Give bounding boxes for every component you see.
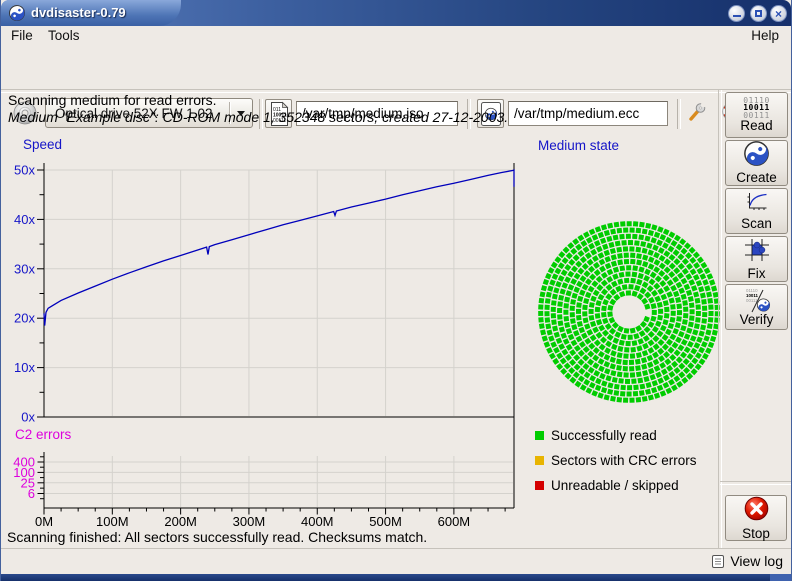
preferences-wrench-icon[interactable]: [687, 101, 709, 123]
scan-button-label: Scan: [741, 217, 772, 231]
minimize-button[interactable]: [728, 5, 745, 22]
statusbar: View log: [1, 550, 791, 574]
read-button-label: Read: [740, 119, 772, 133]
verify-compare-icon: 01110 10011 00111: [742, 287, 772, 313]
svg-text:300M: 300M: [233, 514, 266, 528]
svg-text:40x: 40x: [14, 212, 35, 227]
legend-label: Sectors with CRC errors: [551, 453, 697, 468]
status-line-1: Scanning medium for read errors.: [8, 92, 217, 108]
create-button[interactable]: Create: [725, 140, 788, 186]
svg-text:100M: 100M: [96, 514, 129, 528]
menu-tools[interactable]: Tools: [44, 27, 84, 45]
close-icon: ×: [775, 8, 782, 20]
svg-text:10x: 10x: [14, 360, 35, 375]
svg-text:00111: 00111: [746, 298, 758, 303]
legend-label: Successfully read: [551, 428, 657, 443]
stop-icon: [743, 495, 770, 527]
ecc-file-input[interactable]: [508, 101, 668, 126]
svg-text:500M: 500M: [369, 514, 402, 528]
dvdisaster-window: dvdisaster-0.79 × File Tools Help Optica…: [0, 0, 792, 581]
sidebar-stop-divider: [720, 481, 792, 485]
verify-button[interactable]: 01110 10011 00111 Verify: [725, 284, 788, 330]
toolbar-separator: [677, 99, 681, 129]
svg-text:200M: 200M: [164, 514, 197, 528]
stop-button-label: Stop: [742, 527, 770, 541]
scan-button[interactable]: Scan: [725, 188, 788, 234]
read-button[interactable]: 01110 10011 00111 Read: [725, 92, 788, 138]
sidebar-divider: [718, 90, 722, 548]
legend-item-crc-errors: Sectors with CRC errors: [535, 453, 697, 468]
menubar: File Tools Help: [1, 26, 791, 46]
minimize-icon: [733, 15, 741, 17]
svg-text:50x: 50x: [14, 163, 35, 178]
create-button-label: Create: [736, 171, 777, 185]
svg-text:0x: 0x: [21, 410, 35, 425]
scan-curve-icon: [745, 191, 769, 217]
speed-chart-title: Speed: [23, 137, 62, 152]
view-log-button[interactable]: View log: [711, 553, 783, 569]
menu-help[interactable]: Help: [747, 27, 783, 45]
toolbar: Optical drive 52X FW 1.02 0111001100111: [1, 46, 791, 89]
maximize-icon: [755, 10, 762, 17]
puzzle-fix-icon: [744, 238, 770, 267]
legend-item-successfully-read: Successfully read: [535, 428, 657, 443]
medium-state-title: Medium state: [538, 138, 619, 153]
svg-text:600M: 600M: [438, 514, 471, 528]
menu-file[interactable]: File: [7, 27, 37, 45]
stop-button[interactable]: Stop: [725, 495, 787, 541]
log-list-icon: [711, 554, 726, 569]
window-bottom-frame: [1, 574, 791, 581]
svg-text:400: 400: [13, 455, 35, 470]
legend-swatch-green: [535, 431, 544, 440]
legend-swatch-yellow: [535, 456, 544, 465]
view-log-label: View log: [730, 553, 783, 569]
legend-swatch-red: [535, 481, 544, 490]
medium-state-disc: [529, 210, 729, 415]
close-button[interactable]: ×: [770, 5, 787, 22]
fix-button-label: Fix: [748, 267, 766, 281]
resize-grip[interactable]: [770, 574, 791, 581]
c2-errors-chart-title: C2 errors: [15, 427, 71, 442]
legend-item-unreadable: Unreadable / skipped: [535, 478, 679, 493]
app-yinyang-icon: [9, 5, 25, 26]
legend-label: Unreadable / skipped: [551, 478, 679, 493]
fix-button[interactable]: Fix: [725, 236, 788, 282]
svg-text:400M: 400M: [301, 514, 334, 528]
svg-text:20x: 20x: [14, 311, 35, 326]
status-line-2: Medium "Example disc": CD-ROM mode 1, 35…: [8, 109, 508, 125]
titlebar[interactable]: dvdisaster-0.79 ×: [1, 0, 791, 26]
window-title: dvdisaster-0.79: [31, 5, 126, 20]
verify-button-label: Verify: [740, 313, 774, 327]
maximize-button[interactable]: [750, 5, 767, 22]
svg-text:0M: 0M: [35, 514, 53, 528]
svg-text:30x: 30x: [14, 261, 35, 276]
scan-result-message: Scanning finished: All sectors successfu…: [7, 529, 427, 545]
create-yinyang-icon: [744, 141, 769, 171]
binary-read-icon: 01110 10011 00111: [743, 97, 770, 120]
